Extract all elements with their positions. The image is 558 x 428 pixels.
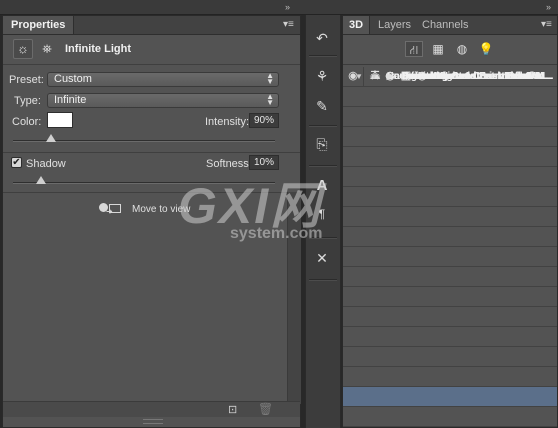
collapse-panels-icon[interactable]: »	[546, 0, 551, 14]
softness-label: Softness:	[206, 158, 252, 170]
preset-label: Preset:	[9, 74, 44, 86]
3d-filter-bar: ⛙ ▦ ◍ 💡	[343, 34, 557, 65]
tab-channels[interactable]: Channels	[416, 16, 474, 34]
trash-icon[interactable]: 🗑	[258, 402, 273, 416]
materials-filter-icon[interactable]: ◍	[453, 41, 471, 57]
tab-3d[interactable]: 3D	[343, 16, 371, 34]
layer-row[interactable]: ◉ ▨ Background Extrusion Ma...	[343, 67, 557, 207]
color-label: Color:	[12, 116, 42, 128]
camera-icon: ▶	[386, 71, 394, 81]
intensity-slider-thumb[interactable]	[46, 134, 56, 142]
brush-icon[interactable]: ✎	[310, 95, 334, 117]
tools-icon[interactable]: ✕	[310, 247, 334, 269]
light-material-icon[interactable]: ⛯	[39, 40, 55, 58]
shadow-label: Shadow	[26, 158, 66, 170]
divider	[309, 279, 337, 281]
tab-properties[interactable]: Properties	[3, 16, 75, 34]
divider	[309, 55, 337, 57]
properties-footer: ⊡ 🗑	[3, 401, 300, 417]
type-value: Infinite	[54, 94, 87, 106]
lights-filter-icon[interactable]: 💡	[477, 41, 495, 57]
tab-layers[interactable]: Layers	[372, 16, 417, 34]
layer-row[interactable]: ◉ ▼ ◎ Boundary Constraint 1	[343, 67, 557, 267]
type-select[interactable]: Infinite ▲ ▼	[47, 93, 279, 108]
sun-icon[interactable]: ☼	[13, 39, 33, 59]
layer-row[interactable]: ◉ ◎ Boundary Constraint 6	[343, 67, 557, 367]
type-label: Type:	[14, 95, 41, 107]
color-swatch[interactable]	[47, 112, 73, 128]
layer-row[interactable]: ◉ ▼ ⁂ Background	[343, 67, 557, 147]
panel-menu-icon[interactable]: ▾≡	[541, 16, 552, 34]
collapse-panels-icon[interactable]: »	[285, 0, 290, 14]
clone-source-icon[interactable]: ⎘	[310, 133, 334, 155]
brush-presets-icon[interactable]: ⚘	[310, 65, 334, 87]
divider	[3, 152, 300, 153]
whole-scene-filter-icon[interactable]: ⛙	[405, 41, 423, 57]
layer-row[interactable]: ◉ ◎ Internal Constraint 4	[343, 67, 557, 327]
resize-grip[interactable]	[143, 419, 163, 424]
move-to-view-icon[interactable]: ➔	[99, 201, 123, 217]
expand-triangle-icon[interactable]: ▼	[370, 67, 378, 86]
softness-input[interactable]: 10%	[249, 155, 279, 170]
layer-row[interactable]: ◉ ◎ Internal Constraint 2	[343, 67, 557, 287]
3d-tabbar: 3D Layers Channels ▾≡	[343, 16, 557, 35]
3d-layer-list: ◉ ☁ Environment ◉ ☰ Scene ◉ ▶ Current View ◉ ▼ ⁂ Bac…	[343, 67, 557, 427]
preset-value: Custom	[54, 73, 92, 85]
layer-row[interactable]: ◉ ▨ Background Back Inflation...	[343, 67, 557, 247]
layer-row-label: Default Camera	[402, 71, 476, 82]
divider	[309, 165, 337, 167]
layer-row[interactable]: ◉ ◎ Boundary Constraint 7	[343, 67, 557, 387]
watermark-text: system.com	[230, 225, 323, 242]
layer-row[interactable]: ◉ ◎ Boundary Constraint 5	[343, 67, 557, 347]
top-strip: » »	[0, 0, 558, 15]
visibility-eye-icon[interactable]	[343, 67, 364, 86]
softness-slider-thumb[interactable]	[36, 176, 46, 184]
intensity-input[interactable]: 90%	[249, 113, 279, 128]
layer-row[interactable]: ▶ Default Camera	[343, 67, 557, 427]
properties-header: ☼ ⛯ Infinite Light	[3, 34, 300, 65]
shadow-checkbox[interactable]: ✔	[11, 157, 22, 168]
layer-row[interactable]: ◉ ▨ Background Front Inflatio...	[343, 67, 557, 167]
history-icon[interactable]: ↶	[310, 27, 334, 49]
meshes-filter-icon[interactable]: ▦	[429, 41, 447, 57]
layer-row[interactable]: ◉ ◎ Internal Constraint 3	[343, 67, 557, 307]
intensity-label: Intensity:	[205, 116, 250, 128]
layer-row[interactable]: ◉ ▨ Background Front Bevel M...	[343, 67, 557, 187]
panel-menu-icon[interactable]: ▾≡	[283, 16, 294, 34]
layer-row[interactable]: ◉ ▨ Background Back Bevel M...	[343, 67, 557, 227]
3d-panel: 3D Layers Channels ▾≡ ⛙ ▦ ◍ 💡 ◉ ☁ Environm…	[342, 15, 558, 428]
divider	[309, 125, 337, 127]
select-arrows-icon: ▲ ▼	[266, 92, 274, 107]
preset-select[interactable]: Custom ▲ ▼	[47, 72, 279, 87]
new-light-icon[interactable]: ⊡	[228, 403, 237, 416]
properties-tabbar: Properties ▾≡	[3, 16, 300, 35]
layer-row[interactable]: ◉ ☼ Infinite Light 1	[343, 67, 557, 407]
panel-title: Infinite Light	[65, 43, 131, 55]
select-arrows-icon: ▲ ▼	[266, 71, 274, 86]
layer-row[interactable]: ◉ ☰ Scene	[343, 67, 557, 107]
layer-row[interactable]: ◉ ▶ Current View	[343, 67, 557, 127]
